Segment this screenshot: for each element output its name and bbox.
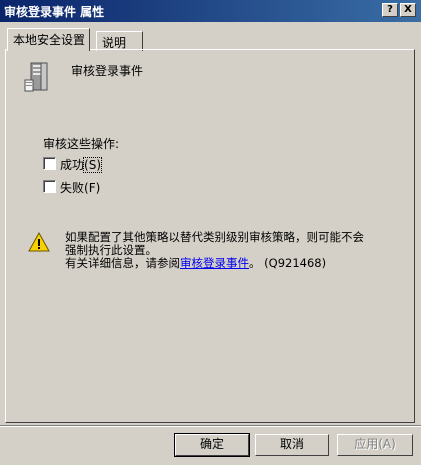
tab-explain[interactable]: 说明 xyxy=(96,31,143,51)
apply-button[interactable]: 应用(A) xyxy=(337,434,413,456)
policy-name: 审核登录事件 xyxy=(71,64,144,78)
failure-accel: (F) xyxy=(84,181,101,195)
tab-label: 本地安全设置 xyxy=(13,33,86,47)
close-button[interactable]: X xyxy=(400,3,416,17)
failure-text: 失败 xyxy=(60,181,85,195)
tab-local-security-setting[interactable]: 本地安全设置 xyxy=(7,28,91,51)
warning-line3-suffix: 。 (Q921468) xyxy=(249,256,327,270)
tab-label: 说明 xyxy=(102,36,127,50)
failure-checkbox[interactable] xyxy=(43,180,56,193)
success-checkbox[interactable] xyxy=(43,157,56,170)
warning-line3-prefix: 有关详细信息，请参阅 xyxy=(65,256,180,270)
failure-label[interactable]: 失败(F) xyxy=(60,179,100,196)
success-text: 成功 xyxy=(60,158,85,172)
success-label[interactable]: 成功(S) xyxy=(60,156,102,173)
button-bar-divider xyxy=(0,425,421,427)
window-title: 审核登录事件 属性 xyxy=(4,5,105,19)
server-icon xyxy=(22,60,58,94)
warning-line3: 有关详细信息，请参阅审核登录事件。 (Q921468) xyxy=(65,255,326,271)
title-bar: 审核登录事件 属性 ? X xyxy=(0,0,421,22)
ok-button[interactable]: 确定 xyxy=(174,433,250,457)
success-accel: (S) xyxy=(83,157,102,173)
warning-icon xyxy=(28,231,50,252)
policy-help-link[interactable]: 审核登录事件 xyxy=(180,256,249,270)
help-button[interactable]: ? xyxy=(382,3,398,17)
audit-heading: 审核这些操作: xyxy=(43,137,120,151)
cancel-button[interactable]: 取消 xyxy=(255,434,329,456)
